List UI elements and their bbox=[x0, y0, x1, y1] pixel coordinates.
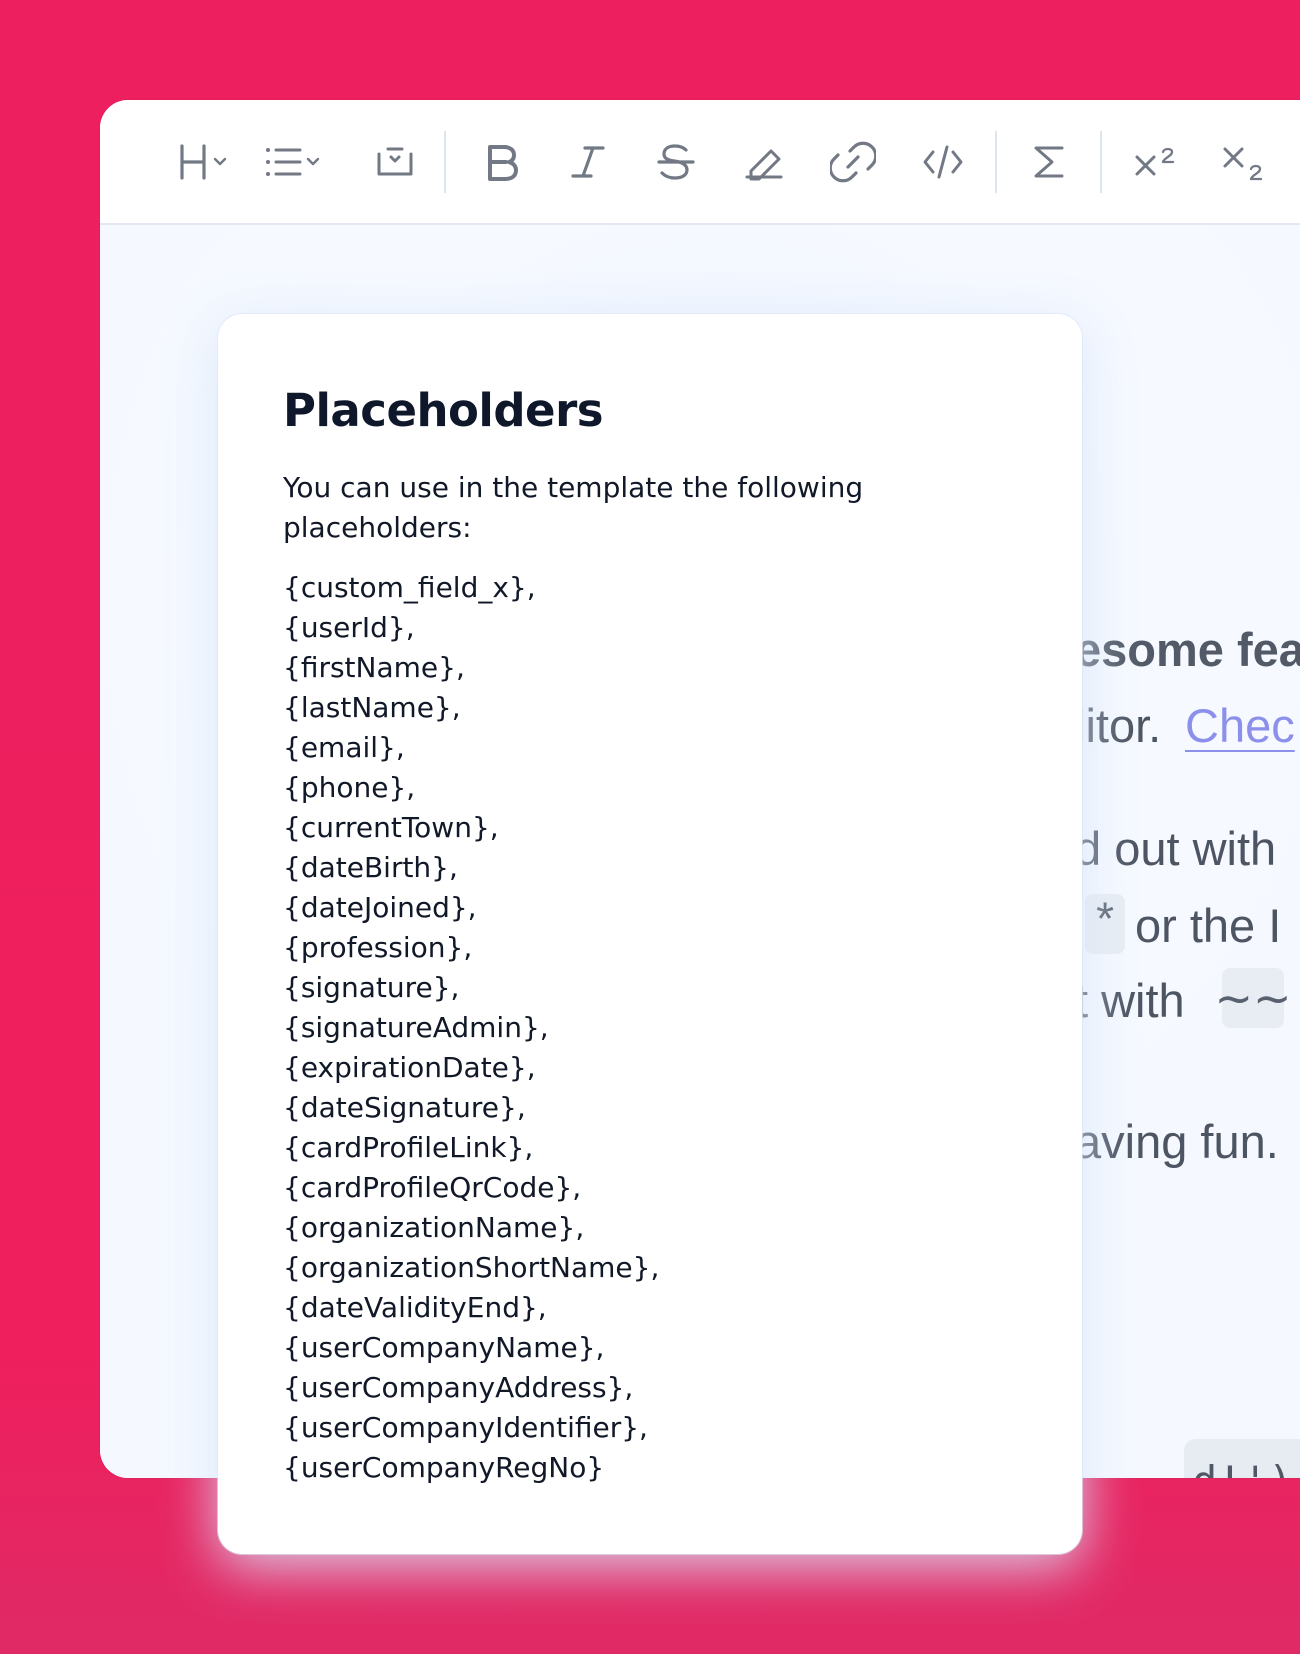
background-line-fragment: aving fun. bbox=[1075, 1115, 1279, 1168]
bold-icon bbox=[479, 141, 521, 183]
placeholder-item: {userCompanyName}, bbox=[283, 1331, 605, 1364]
placeholder-item: {signatureAdmin}, bbox=[283, 1011, 549, 1044]
placeholder-item: {lastName}, bbox=[283, 691, 461, 724]
math-button[interactable] bbox=[1017, 131, 1079, 193]
highlight-button[interactable] bbox=[733, 131, 795, 193]
subscript-button[interactable] bbox=[1212, 131, 1274, 193]
placeholder-item: {phone}, bbox=[283, 771, 416, 804]
placeholder-item: {firstName}, bbox=[283, 651, 465, 684]
link-icon bbox=[830, 139, 876, 185]
strikethrough-button[interactable] bbox=[645, 131, 707, 193]
placeholder-item: {currentTown}, bbox=[283, 811, 499, 844]
strikethrough-icon bbox=[654, 140, 698, 184]
placeholder-item: {custom_field_x}, bbox=[283, 571, 536, 604]
code-block-button[interactable] bbox=[364, 131, 426, 193]
placeholder-item: {profession}, bbox=[283, 931, 473, 964]
background-heading-fragment: esome fea bbox=[1075, 623, 1300, 676]
superscript-icon bbox=[1129, 141, 1181, 183]
background-line-fragment: d out with bbox=[1075, 822, 1277, 875]
sigma-icon bbox=[1027, 140, 1069, 184]
panel-description: You can use in the template the followin… bbox=[283, 471, 864, 544]
placeholder-item: {userCompanyIdentifier}, bbox=[283, 1411, 648, 1444]
placeholder-item: {email}, bbox=[283, 731, 405, 764]
placeholder-item: {cardProfileQrCode}, bbox=[283, 1171, 582, 1204]
placeholder-item: {dateBirth}, bbox=[283, 851, 458, 884]
background-line-fragment: t with bbox=[1075, 974, 1185, 1027]
heading-button[interactable] bbox=[172, 131, 234, 193]
toolbar-divider bbox=[1100, 131, 1102, 193]
placeholder-item: {expirationDate}, bbox=[283, 1051, 536, 1084]
placeholder-item: {dateSignature}, bbox=[283, 1091, 526, 1124]
toolbar-divider bbox=[995, 131, 997, 193]
placeholder-item: {organizationName}, bbox=[283, 1211, 585, 1244]
placeholder-item: {userId}, bbox=[283, 611, 415, 644]
placeholder-item: {dateValidityEnd}, bbox=[283, 1291, 547, 1324]
superscript-button[interactable] bbox=[1124, 131, 1186, 193]
code-icon bbox=[919, 142, 967, 182]
bullet-list-icon bbox=[260, 141, 326, 183]
placeholder-list: {custom_field_x}, {userId}, {firstName},… bbox=[283, 568, 659, 1488]
subscript-icon bbox=[1217, 139, 1269, 185]
background-link[interactable]: Chec bbox=[1185, 702, 1295, 749]
panel-title: Placeholders bbox=[283, 384, 604, 437]
placeholder-item: {userCompanyAddress}, bbox=[283, 1371, 634, 1404]
background-code-block: d!'); bbox=[1184, 1439, 1300, 1478]
placeholder-item: {signature}, bbox=[283, 971, 460, 1004]
background-line-fragment: or the I bbox=[1135, 899, 1282, 952]
bullet-list-button[interactable] bbox=[262, 131, 324, 193]
background-line-fragment: litor. bbox=[1075, 699, 1162, 752]
editor-toolbar bbox=[100, 100, 1300, 225]
toolbar-divider bbox=[444, 131, 446, 193]
background-inline-code: ~~ bbox=[1214, 968, 1292, 1028]
placeholders-panel: Placeholders You can use in the template… bbox=[218, 314, 1082, 1554]
background-inline-code: * bbox=[1085, 894, 1125, 954]
inline-code-button[interactable] bbox=[912, 131, 974, 193]
placeholder-item: {organizationShortName}, bbox=[283, 1251, 660, 1284]
placeholder-item: {dateJoined}, bbox=[283, 891, 477, 924]
italic-button[interactable] bbox=[557, 131, 619, 193]
italic-icon bbox=[568, 141, 608, 183]
bold-button[interactable] bbox=[469, 131, 531, 193]
highlighter-icon bbox=[741, 141, 787, 183]
link-button[interactable] bbox=[822, 131, 884, 193]
code-block-icon bbox=[373, 141, 417, 183]
placeholder-item: {cardProfileLink}, bbox=[283, 1131, 534, 1164]
heading-icon bbox=[174, 141, 232, 183]
placeholder-item: {userCompanyRegNo} bbox=[283, 1451, 605, 1484]
